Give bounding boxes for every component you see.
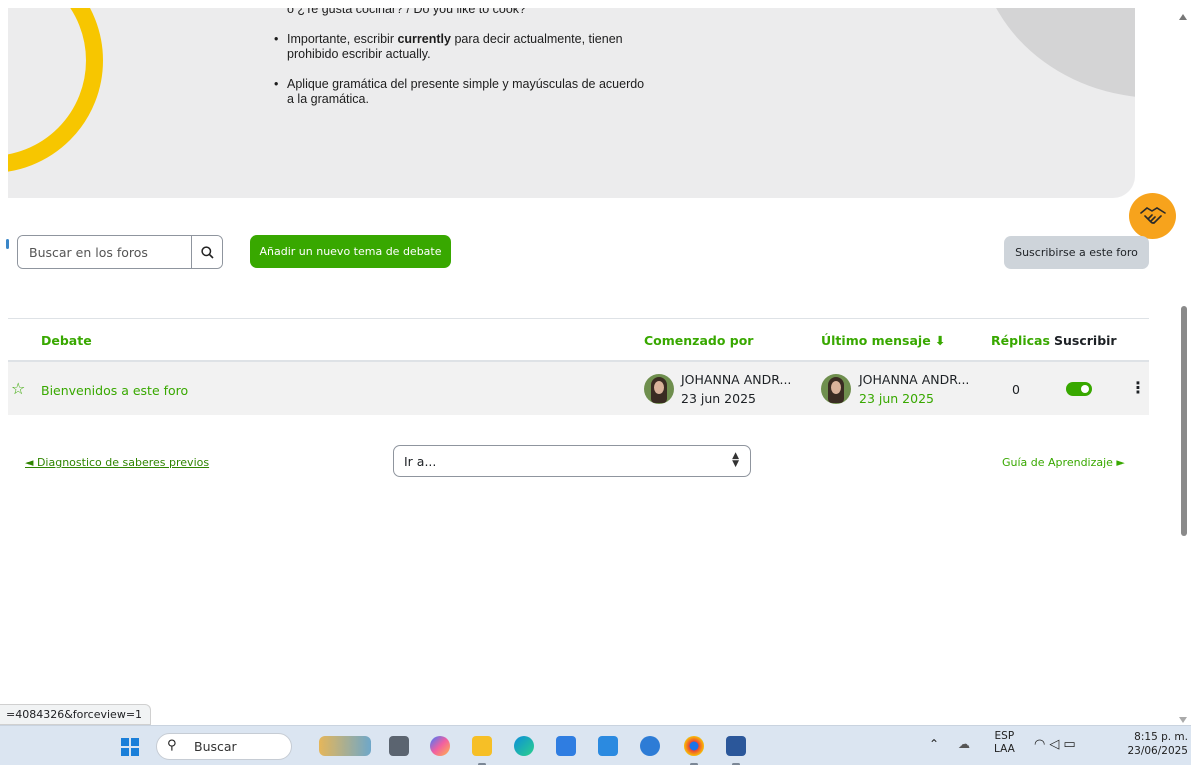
battery-icon: ▭ (1063, 737, 1080, 752)
last-post-date-link[interactable]: 23 jun 2025 (859, 391, 934, 406)
forum-search-input[interactable] (18, 236, 191, 268)
forum-intro-card: o ¿Te gusta cocinar? / Do you like to co… (8, 8, 1135, 198)
focus-indicator (6, 239, 9, 249)
windows-taskbar: ⚲ Buscar ⌃ ☁ ESP LAA ◠◁▭ 8:15 p. m. 23/0… (0, 725, 1191, 765)
clock[interactable]: 8:15 p. m. 23/06/2025 (1106, 730, 1188, 758)
instruction-line-top: o ¿Te gusta cocinar? / Do you like to co… (287, 8, 527, 16)
table-header: Debate Comenzado por Último mensaje ⬇ Ré… (8, 318, 1149, 362)
page-scrollbar[interactable] (1175, 8, 1191, 725)
widgets-icon[interactable] (319, 736, 371, 756)
status-bar-url: =4084326&forceview=1 (0, 704, 152, 725)
jump-to-select[interactable]: Ir a... ▲ ▼ (393, 445, 751, 477)
forum-search (17, 235, 223, 269)
keyboard-layout: LAA (994, 743, 1015, 755)
clock-time: 8:15 p. m. (1134, 731, 1188, 743)
table-row: ☆ Bienvenidos a este foro JOHANNA ANDR..… (8, 362, 1149, 415)
clock-date: 23/06/2025 (1127, 745, 1188, 757)
forum-page: o ¿Te gusta cocinar? / Do you like to co… (0, 0, 1191, 765)
bullet-1-part-a: Importante, escribir (287, 32, 398, 46)
help-icon[interactable] (640, 736, 660, 756)
taskbar-search[interactable]: ⚲ Buscar (156, 733, 292, 760)
scroll-down-arrow-icon[interactable] (1179, 717, 1187, 723)
myhp-icon[interactable] (598, 736, 618, 756)
subscribe-toggle[interactable] (1066, 382, 1092, 396)
search-icon (200, 245, 214, 259)
handshake-icon (1139, 207, 1166, 224)
header-replies[interactable]: Réplicas (991, 333, 1050, 348)
scroll-thumb[interactable] (1181, 306, 1187, 536)
bullet-1-bold: currently (397, 32, 451, 46)
wifi-icon: ◠ (1034, 737, 1050, 752)
add-discussion-topic-button[interactable]: Añadir un nuevo tema de debate (250, 235, 451, 268)
more-actions-icon[interactable]: ⋮ (1130, 378, 1146, 397)
copilot-icon[interactable] (430, 736, 450, 756)
header-debate[interactable]: Debate (41, 333, 92, 348)
edge-icon[interactable] (514, 736, 534, 756)
avatar[interactable] (644, 374, 674, 404)
jump-to-label: Ir a... (404, 454, 437, 469)
scroll-up-arrow-icon[interactable] (1179, 14, 1187, 20)
language-indicator[interactable]: ESP LAA (994, 730, 1015, 756)
network-volume-battery-icons[interactable]: ◠◁▭ (1034, 737, 1080, 752)
subscribe-forum-button[interactable]: Suscribirse a este foro (1004, 236, 1149, 269)
started-by-date: 23 jun 2025 (681, 391, 756, 406)
header-last-post[interactable]: Último mensaje ⬇ (821, 333, 946, 348)
language-code: ESP (994, 730, 1015, 742)
discussion-topic-link[interactable]: Bienvenidos a este foro (41, 383, 188, 398)
started-by-name[interactable]: JOHANNA ANDR... (681, 372, 791, 387)
handshake-helper-button[interactable] (1129, 193, 1176, 239)
onedrive-icon[interactable]: ☁ (958, 737, 970, 751)
task-view-icon[interactable] (389, 736, 409, 756)
discussion-table: Debate Comenzado por Último mensaje ⬇ Ré… (8, 318, 1149, 415)
previous-activity-link[interactable]: ◄ Diagnostico de saberes previos (25, 456, 209, 469)
avatar[interactable] (821, 374, 851, 404)
header-subscribe: Suscribir (1054, 333, 1117, 348)
windows-start-icon[interactable] (121, 738, 139, 756)
header-started-by[interactable]: Comenzado por (644, 333, 753, 348)
volume-icon: ◁ (1049, 737, 1064, 752)
select-arrows-icon: ▲ ▼ (732, 451, 739, 469)
last-post-name[interactable]: JOHANNA ANDR... (859, 372, 969, 387)
forum-search-button[interactable] (191, 236, 222, 268)
instruction-bullet-2: Aplique gramática del presente simple y … (272, 77, 652, 107)
decorative-arc (8, 8, 103, 173)
word-icon[interactable] (726, 736, 746, 756)
taskbar-search-label: Buscar (194, 739, 237, 754)
forum-instructions: o ¿Te gusta cocinar? / Do you like to co… (272, 8, 652, 107)
file-explorer-icon[interactable] (472, 736, 492, 756)
next-activity-link[interactable]: Guía de Aprendizaje ► (1002, 456, 1125, 469)
replies-count: 0 (1012, 382, 1020, 397)
chrome-icon[interactable] (684, 736, 704, 756)
store-icon[interactable] (556, 736, 576, 756)
show-hidden-icons-icon[interactable]: ⌃ (929, 737, 939, 751)
instruction-bullet-1: Importante, escribir currently para deci… (272, 32, 652, 62)
star-icon[interactable]: ☆ (11, 379, 25, 398)
decorative-blob (978, 8, 1135, 98)
search-icon: ⚲ (167, 738, 177, 753)
